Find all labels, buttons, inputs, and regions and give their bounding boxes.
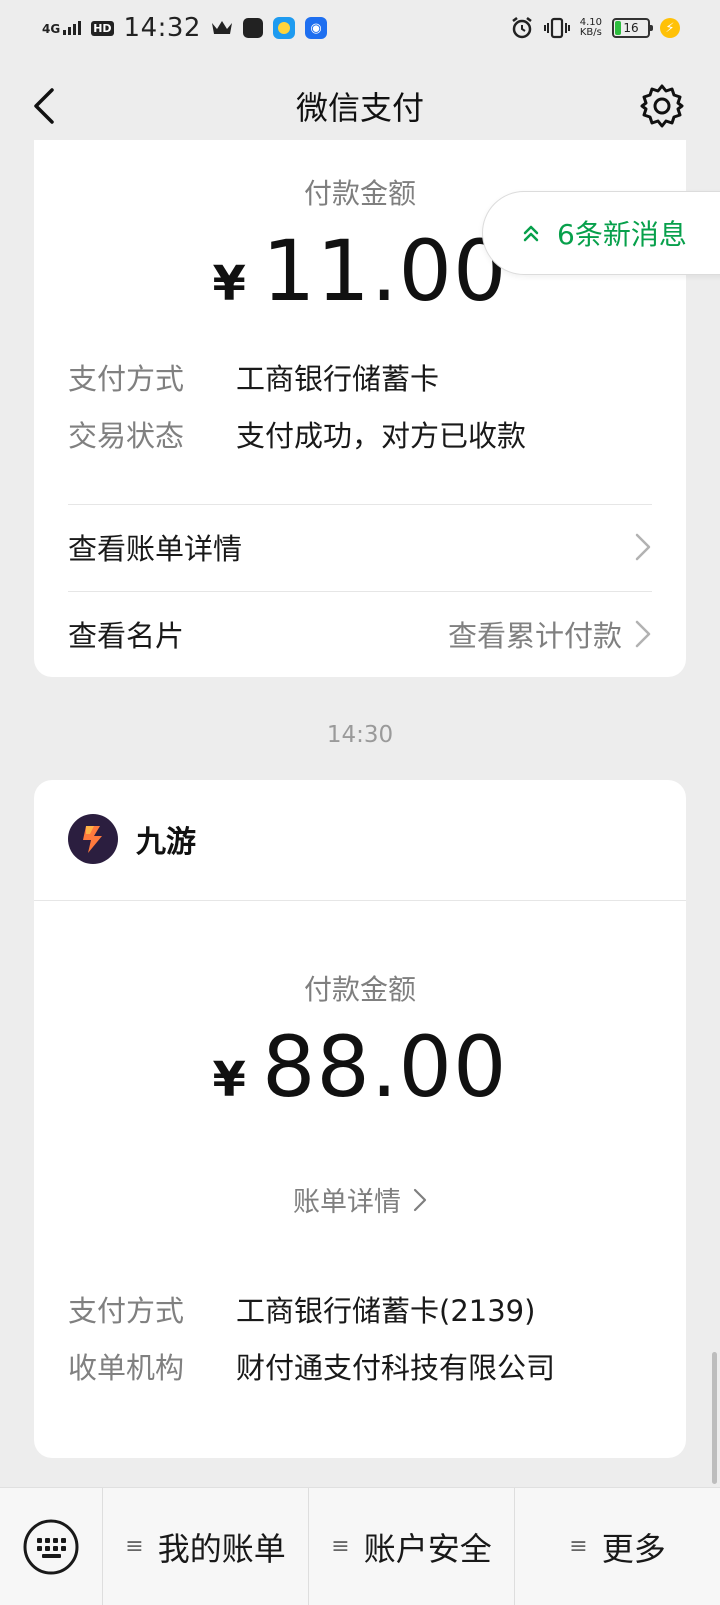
bottom-menu-bar: ≡ 我的账单 ≡ 账户安全 ≡ 更多 — [0, 1487, 720, 1605]
keyboard-icon — [23, 1519, 79, 1574]
link-label: 查看名片 — [68, 619, 185, 653]
info-value: 财付通支付科技有限公司 — [236, 1351, 556, 1385]
message-timestamp: 14:30 — [326, 722, 394, 748]
qq-notification-icon — [272, 17, 295, 39]
new-messages-button[interactable]: 6条新消息 — [482, 191, 720, 275]
info-row-payment-method: 支付方式 工商银行储蓄卡 — [68, 356, 439, 398]
menu-account-security[interactable]: ≡ 账户安全 — [308, 1488, 514, 1605]
status-bar-left: 4G HD 14:32 ◉ — [42, 13, 327, 43]
double-chevron-up-icon — [523, 225, 539, 242]
merchant-name: 九游 — [136, 825, 196, 860]
info-key: 收单机构 — [68, 1351, 185, 1385]
network-speed: 4.10 KB/s — [579, 17, 602, 38]
status-time: 14:32 — [123, 13, 201, 43]
ninegame-logo-icon — [83, 826, 102, 853]
new-messages-label: 6条新消息 — [557, 218, 687, 251]
divider — [34, 900, 686, 901]
status-bar-right: 4.10 KB/s 16 ⚡ — [510, 16, 680, 40]
vibrate-icon — [543, 17, 570, 39]
menu-my-bills[interactable]: ≡ 我的账单 — [102, 1488, 308, 1605]
view-cumulative-payment-link[interactable]: 查看累计付款 — [448, 613, 652, 655]
wechat-pay-screen: 4G HD 14:32 ◉ 4.10 KB/s 16 ⚡ 微信支付 付款金额 ¥… — [0, 0, 720, 1605]
hd-badge: HD — [91, 20, 114, 36]
view-bill-details-row[interactable]: 查看账单详情 — [68, 504, 652, 590]
gear-icon[interactable] — [638, 82, 686, 130]
chevron-right-icon — [635, 620, 651, 648]
network-type: 4G — [42, 22, 61, 36]
info-value: 支付成功，对方已收款 — [236, 419, 527, 453]
charging-icon: ⚡ — [660, 18, 680, 38]
chevron-left-icon[interactable] — [24, 84, 68, 128]
menu-label: 我的账单 — [157, 1529, 286, 1568]
info-row-transaction-status: 交易状态 支付成功，对方已收款 — [68, 413, 526, 455]
info-key: 支付方式 — [68, 362, 185, 396]
menu-icon: ≡ — [569, 1534, 588, 1559]
amount-display: ¥ 88.00 — [34, 1018, 686, 1116]
info-value: 工商银行储蓄卡 — [236, 362, 440, 396]
menu-label: 账户安全 — [363, 1529, 492, 1568]
crown-icon — [211, 21, 232, 34]
battery-icon: 16 — [612, 18, 653, 38]
menu-more[interactable]: ≡ 更多 — [514, 1488, 720, 1605]
app-notification-icon — [242, 18, 263, 38]
signal-icon: 4G — [42, 21, 82, 36]
alarm-icon — [511, 17, 532, 39]
link-label: 查看账单详情 — [68, 532, 243, 566]
status-bar: 4G HD 14:32 ◉ 4.10 KB/s 16 ⚡ — [0, 0, 720, 56]
chevron-right-icon — [413, 1188, 427, 1211]
info-key: 支付方式 — [68, 1294, 185, 1328]
info-row-acquirer: 收单机构 财付通支付科技有限公司 — [68, 1345, 555, 1387]
scrollbar[interactable] — [712, 1352, 717, 1484]
info-key: 交易状态 — [68, 419, 185, 453]
merchant-logo — [68, 814, 118, 864]
menu-icon: ≡ — [331, 1534, 350, 1559]
view-business-card-row[interactable]: 查看名片 查看累计付款 — [68, 591, 652, 677]
currency-symbol: ¥ — [212, 1052, 246, 1108]
payment-card-2: 九游 付款金额 ¥ 88.00 账单详情 支付方式 工商银行储蓄卡(2139) … — [34, 780, 686, 1458]
amount-value: 88.00 — [261, 1018, 508, 1116]
page-title: 微信支付 — [295, 89, 424, 127]
hotspot-notification-icon: ◉ — [304, 17, 327, 39]
chevron-right-icon — [635, 533, 651, 561]
menu-label: 更多 — [601, 1529, 666, 1568]
battery-level: 16 — [623, 21, 639, 35]
info-row-payment-method: 支付方式 工商银行储蓄卡(2139) — [68, 1288, 535, 1330]
merchant-header[interactable]: 九游 — [68, 814, 196, 864]
info-value: 工商银行储蓄卡(2139) — [236, 1294, 536, 1328]
currency-symbol: ¥ — [212, 256, 246, 312]
bill-details-link[interactable]: 账单详情 — [34, 1180, 686, 1219]
menu-icon: ≡ — [125, 1534, 144, 1559]
keyboard-toggle-button[interactable] — [0, 1488, 102, 1605]
amount-label: 付款金额 — [303, 973, 416, 1006]
amount-value: 11.00 — [261, 222, 508, 320]
